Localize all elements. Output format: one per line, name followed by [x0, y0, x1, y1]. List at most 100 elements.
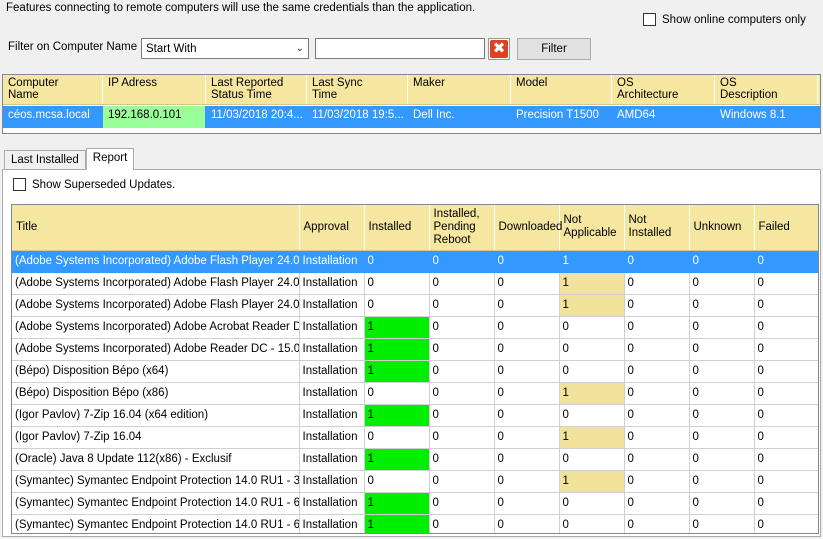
- chevron-down-icon: ⌄: [295, 43, 304, 54]
- computer-row[interactable]: céos.mcsa.local 192.168.0.101 11/03/2018 2…: [3, 106, 820, 128]
- computer-cell: Dell Inc.: [408, 106, 511, 128]
- computers-column-header[interactable]: Model: [511, 75, 612, 104]
- show-online-toggle[interactable]: Show online computers only: [643, 13, 806, 26]
- update-row[interactable]: (Symantec) Symantec Endpoint Protection …: [12, 514, 818, 533]
- show-superseded-checkbox[interactable]: [13, 178, 26, 191]
- computers-grid[interactable]: Computer Name IP Adress Last Reported Status…: [2, 74, 821, 134]
- updates-column-header[interactable]: Downloaded: [494, 205, 563, 251]
- update-cell-unknown: 0: [689, 316, 755, 339]
- update-cell-pending: 0: [429, 426, 495, 449]
- computer-cell: 192.168.0.101: [103, 106, 206, 128]
- column-header-line: Last Reported: [211, 77, 284, 89]
- updates-column-header[interactable]: Installed, Pending Reboot: [429, 205, 495, 251]
- update-cell-not-applicable: 0: [559, 448, 625, 471]
- updates-grid-header: Title Approval Installed Installed, Pending R…: [12, 205, 818, 251]
- update-cell-unknown: 0: [689, 404, 755, 427]
- computers-column-header[interactable]: OS Architecture: [612, 75, 715, 104]
- update-cell-pending: 0: [429, 492, 495, 515]
- update-row[interactable]: (Adobe Systems Incorporated) Adobe Acrob…: [12, 316, 818, 339]
- computer-cell: Windows 8.1: [715, 106, 818, 128]
- tab-report[interactable]: Report: [85, 148, 135, 170]
- computers-column-header[interactable]: OS Description: [715, 75, 818, 104]
- column-header-line: Failed: [758, 220, 790, 233]
- update-cell-approval: Installation: [299, 250, 365, 273]
- update-row[interactable]: (Bépo) Disposition Bépo (x86) Installatio…: [12, 382, 818, 405]
- filter-label: Filter on Computer Name :: [8, 41, 144, 53]
- clear-filter-button[interactable]: ✖: [488, 38, 510, 60]
- column-header-line: Approval: [303, 220, 349, 233]
- update-row[interactable]: (Symantec) Symantec Endpoint Protection …: [12, 470, 818, 493]
- update-cell-not-installed: 0: [624, 294, 690, 317]
- update-cell-not-applicable: 0: [559, 492, 625, 515]
- update-cell-title: (Adobe Systems Incorporated) Adobe Reade…: [12, 338, 300, 361]
- update-row[interactable]: (Adobe Systems Incorporated) Adobe Reade…: [12, 338, 818, 361]
- update-cell-not-installed: 0: [624, 250, 690, 273]
- update-cell-not-installed: 0: [624, 404, 690, 427]
- update-cell-title: (Adobe Systems Incorporated) Adobe Flash…: [12, 250, 300, 273]
- update-cell-not-applicable: 0: [559, 514, 625, 533]
- update-row[interactable]: (Igor Pavlov) 7-Zip 16.04 Installation 0 0 0…: [12, 426, 818, 449]
- computer-cell: Precision T1500: [511, 106, 612, 128]
- column-header-line: Title: [16, 220, 38, 233]
- tab-last-installed[interactable]: Last Installed: [4, 150, 86, 170]
- filter-mode-select[interactable]: Start With ⌄: [141, 38, 309, 59]
- update-row[interactable]: (Adobe Systems Incorporated) Adobe Flash…: [12, 294, 818, 317]
- update-cell-pending: 0: [429, 316, 495, 339]
- computer-name-filter-input[interactable]: [315, 38, 485, 59]
- update-cell-unknown: 0: [689, 426, 755, 449]
- update-row[interactable]: (Igor Pavlov) 7-Zip 16.04 (x64 edition) I…: [12, 404, 818, 427]
- column-header-line: Not: [628, 214, 647, 227]
- update-row[interactable]: (Adobe Systems Incorporated) Adobe Flash…: [12, 250, 818, 273]
- updates-column-header[interactable]: Failed: [754, 205, 818, 251]
- update-cell-failed: 0: [754, 426, 818, 449]
- update-cell-not-applicable: 1: [559, 426, 625, 449]
- filter-button[interactable]: Filter: [517, 38, 591, 60]
- update-cell-downloaded: 0: [494, 272, 560, 295]
- updates-column-header[interactable]: Unknown: [689, 205, 755, 251]
- update-cell-downloaded: 0: [494, 448, 560, 471]
- update-cell-installed: 1: [364, 404, 430, 427]
- update-cell-failed: 0: [754, 470, 818, 493]
- updates-column-header[interactable]: Installed: [364, 205, 430, 251]
- update-cell-title: (Symantec) Symantec Endpoint Protection …: [12, 470, 300, 493]
- update-cell-unknown: 0: [689, 338, 755, 361]
- update-cell-installed: 0: [364, 382, 430, 405]
- computers-column-header[interactable]: Computer Name: [3, 75, 103, 104]
- updates-column-header[interactable]: Not Installed: [624, 205, 690, 251]
- show-superseded-toggle[interactable]: Show Superseded Updates.: [13, 178, 175, 191]
- update-cell-failed: 0: [754, 382, 818, 405]
- update-row[interactable]: (Bépo) Disposition Bépo (x64) Installatio…: [12, 360, 818, 383]
- column-header-line: Installed: [368, 220, 412, 233]
- computers-column-header[interactable]: Maker: [408, 75, 511, 104]
- update-row[interactable]: (Oracle) Java 8 Update 112(x86) - Exclus…: [12, 448, 818, 471]
- updates-column-header[interactable]: Not Applicable: [559, 205, 625, 251]
- clear-x-icon: ✖: [490, 40, 508, 58]
- update-cell-failed: 0: [754, 514, 818, 533]
- update-cell-downloaded: 0: [494, 250, 560, 273]
- update-cell-failed: 0: [754, 448, 818, 471]
- column-header-line: Last Sync: [312, 77, 363, 89]
- column-header-line: Downloaded: [498, 220, 563, 233]
- show-online-checkbox[interactable]: [643, 13, 656, 26]
- computers-column-header[interactable]: IP Adress: [103, 75, 206, 104]
- update-row[interactable]: (Symantec) Symantec Endpoint Protection …: [12, 492, 818, 515]
- computers-column-header[interactable]: Last Sync Time: [307, 75, 408, 104]
- update-cell-title: (Bépo) Disposition Bépo (x64): [12, 360, 300, 383]
- show-online-label: Show online computers only: [662, 13, 806, 26]
- column-header-line: Description: [720, 89, 778, 101]
- update-cell-not-applicable: 1: [559, 470, 625, 493]
- updates-column-header[interactable]: Title: [12, 205, 300, 251]
- update-row[interactable]: (Adobe Systems Incorporated) Adobe Flash…: [12, 272, 818, 295]
- column-header-line: Time: [312, 89, 338, 101]
- update-cell-downloaded: 0: [494, 316, 560, 339]
- update-cell-approval: Installation: [299, 338, 365, 361]
- column-header-line: Name: [8, 89, 39, 101]
- update-cell-unknown: 0: [689, 492, 755, 515]
- updates-grid[interactable]: Title Approval Installed Installed, Pending R…: [11, 204, 819, 534]
- update-cell-not-installed: 0: [624, 360, 690, 383]
- column-header-line: Applicable: [563, 227, 617, 240]
- updates-column-header[interactable]: Approval: [299, 205, 365, 251]
- computer-cell: AMD64: [612, 106, 715, 128]
- computer-cell: 11/03/2018 19:5...: [307, 106, 408, 128]
- computers-column-header[interactable]: Last Reported Status Time: [206, 75, 307, 104]
